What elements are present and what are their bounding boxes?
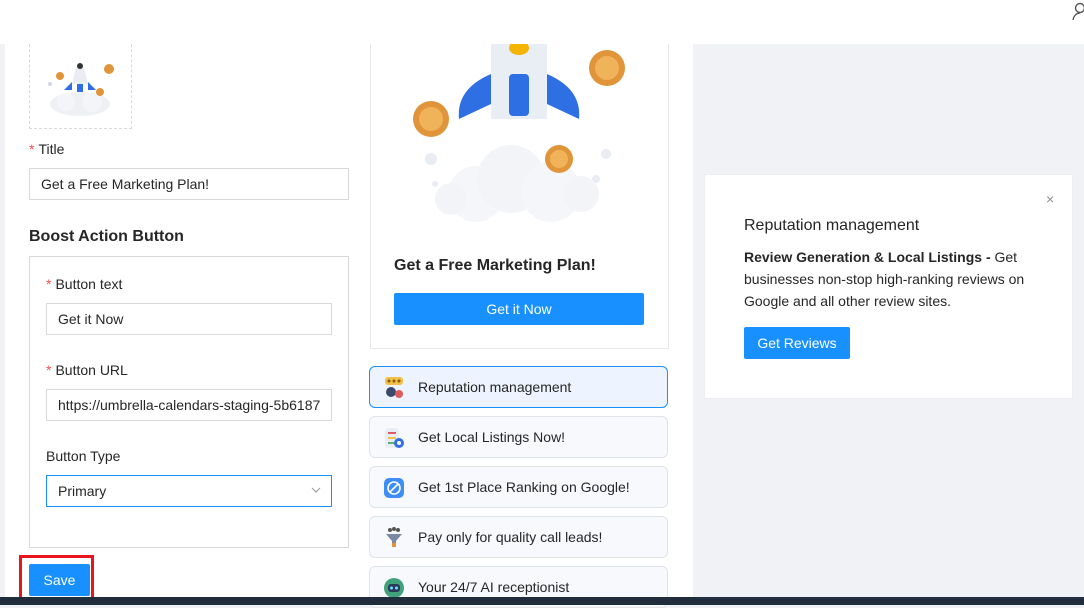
taskbar bbox=[0, 597, 1084, 605]
list-item-ranking[interactable]: Get 1st Place Ranking on Google! bbox=[369, 466, 668, 508]
list-item-label: Pay only for quality call leads! bbox=[418, 529, 602, 545]
button-text-label: *Button text bbox=[46, 276, 122, 292]
ranking-icon bbox=[382, 476, 406, 500]
list-item-listings[interactable]: Get Local Listings Now! bbox=[369, 416, 668, 458]
list-item-call-leads[interactable]: Pay only for quality call leads! bbox=[369, 516, 668, 558]
button-url-label-text: Button URL bbox=[55, 362, 127, 378]
title-label: *Title bbox=[29, 141, 64, 157]
user-icon[interactable] bbox=[1072, 2, 1084, 20]
button-type-label: Button Type bbox=[46, 448, 120, 464]
list-item-label: Reputation management bbox=[418, 379, 571, 395]
required-asterisk: * bbox=[46, 276, 51, 292]
section-title: Boost Action Button bbox=[29, 228, 184, 246]
list-item-reputation[interactable]: Reputation management bbox=[369, 366, 668, 408]
chevron-down-icon bbox=[311, 485, 321, 495]
info-title: Reputation management bbox=[744, 217, 919, 235]
image-upload-thumbnail[interactable] bbox=[29, 44, 132, 129]
button-text-value: Get it Now bbox=[58, 311, 123, 327]
close-icon[interactable]: × bbox=[1046, 192, 1058, 206]
save-button[interactable]: Save bbox=[29, 564, 90, 596]
reputation-icon bbox=[382, 376, 406, 400]
list-item-label: Get 1st Place Ranking on Google! bbox=[418, 479, 630, 495]
get-reviews-button[interactable]: Get Reviews bbox=[744, 327, 850, 359]
title-input[interactable]: Get a Free Marketing Plan! bbox=[29, 168, 349, 200]
info-description: Review Generation & Local Listings - Get… bbox=[744, 246, 1044, 312]
required-asterisk: * bbox=[46, 362, 51, 378]
listings-icon bbox=[382, 426, 406, 450]
preview-cta-button[interactable]: Get it Now bbox=[394, 293, 644, 325]
button-text-label-text: Button text bbox=[55, 276, 122, 292]
button-type-select[interactable]: Primary bbox=[46, 475, 332, 507]
rocket-illustration bbox=[30, 44, 132, 129]
title-input-value: Get a Free Marketing Plan! bbox=[41, 176, 209, 192]
list-item-label: Your 24/7 AI receptionist bbox=[418, 579, 569, 595]
funnel-icon bbox=[382, 526, 406, 550]
list-item-label: Get Local Listings Now! bbox=[418, 429, 565, 445]
button-text-input[interactable]: Get it Now bbox=[46, 303, 332, 335]
required-asterisk: * bbox=[29, 141, 34, 157]
top-bar bbox=[0, 0, 1084, 44]
button-url-label: *Button URL bbox=[46, 362, 128, 378]
title-label-text: Title bbox=[38, 141, 64, 157]
button-type-value: Primary bbox=[58, 483, 106, 499]
preview-title: Get a Free Marketing Plan! bbox=[394, 257, 596, 275]
button-url-input[interactable]: https://umbrella-calendars-staging-5b618… bbox=[46, 389, 332, 421]
info-description-bold: Review Generation & Local Listings - bbox=[744, 249, 991, 265]
rocket-illustration-large bbox=[371, 44, 668, 224]
button-url-value: https://umbrella-calendars-staging-5b618… bbox=[58, 397, 320, 413]
